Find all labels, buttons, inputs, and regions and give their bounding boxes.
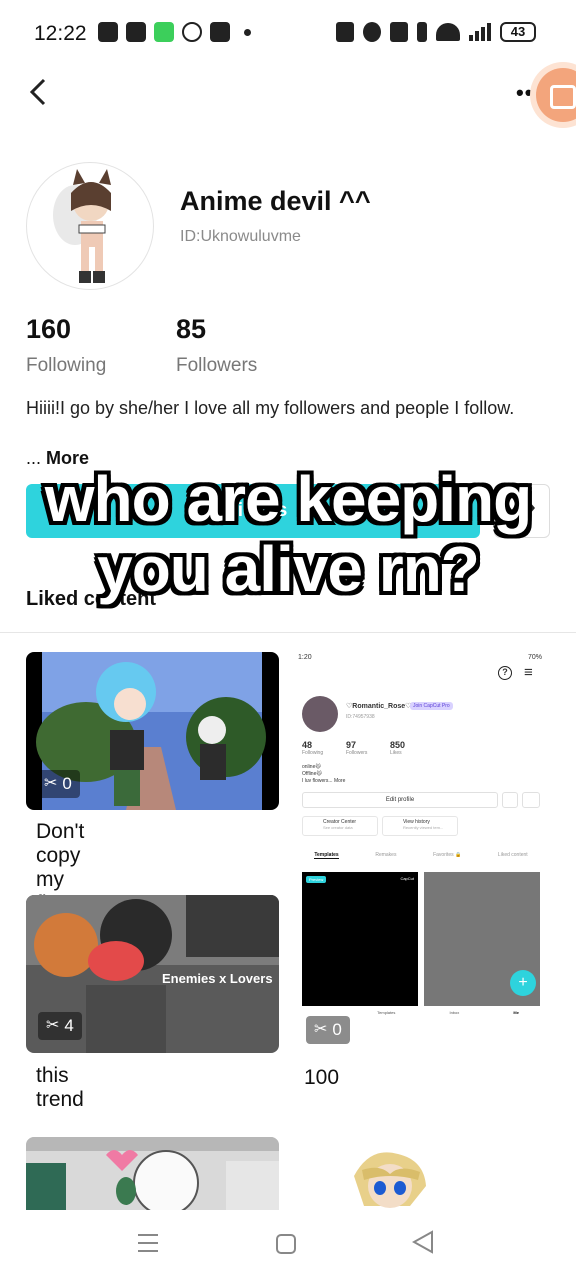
mini-bio-line: I luv flowers... More [302,778,345,785]
wifi-icon [436,23,460,41]
mini-followers-count: 97 [346,740,357,750]
more-notifications-dot-icon [244,28,251,36]
status-time: 12:22 [34,22,87,45]
mini-followers: 97 Followers [346,740,367,756]
chevron-left-icon [29,78,46,106]
alarm-icon [363,22,381,42]
remake-count-badge: ✂ 0 [36,770,80,798]
mini-following-label: Following [302,750,324,756]
app-notification-icon [154,22,174,42]
triangle-back-icon [411,1230,433,1254]
mini-following: 48 Following [302,740,323,756]
mini-time: 1:20 [298,654,312,661]
app-notification-icon [210,22,230,42]
profile-bio: Hiiii!I go by she/her I love all my foll… [26,398,515,418]
status-bar: 12:22 43 [0,0,576,66]
mini-bio-line: Offline🐱 [302,771,322,777]
following-stat[interactable]: 160 Following [26,314,106,377]
mini-pro-badge: Join CapCut Pro [410,702,453,710]
mini-tab: Liked content [497,852,528,858]
thumbnail-text: Enemies x Lovers [162,971,273,986]
floating-action-button[interactable] [536,68,576,122]
scissors-icon: ✂ [314,1021,328,1038]
mini-bio: online🐱 Offline🐱 I luv flowers... More [302,764,345,785]
mini-tile-brand: CapCut [400,876,414,881]
mini-share-button [502,792,518,808]
menu-icon: ≡ [524,664,533,681]
scissors-icon: ✂ [44,775,58,792]
calendar-icon [98,22,118,42]
mini-name: ♡Romantic_Rose♡ [346,703,412,710]
video-caption-line-1: who are keeping [44,463,532,535]
liked-item-title: 100 [304,1066,340,1089]
video-caption-line-2: you alive rn? [97,533,480,605]
liked-item-thumbnail [340,1146,436,1216]
thumbnail-image [354,1152,426,1208]
following-count: 160 [26,314,72,344]
avatar-image [53,169,111,283]
mini-tab: Favorites 🔒 [433,852,462,858]
section-divider [0,632,576,633]
mini-plus-icon: + [510,970,536,996]
mini-likes: 850 Likes [390,740,405,756]
system-icons: 43 [336,22,536,42]
mini-dropdown-button [522,792,540,808]
followers-label: Followers [176,355,258,376]
mini-bottom-tab: Me [513,1010,519,1015]
mini-avatar [302,696,338,732]
help-icon: ? [498,666,512,680]
mini-bottom-tab: Templates [377,1010,396,1015]
avatar[interactable] [26,162,154,290]
system-back-button[interactable] [411,1230,434,1258]
remake-count-badge: ✂ 0 [306,1016,350,1044]
mini-creator-center-sub: See creator data [323,825,353,830]
mini-edit-profile-button: Edit profile [302,792,498,808]
liked-item-thumbnail [26,1137,279,1217]
nfc-icon [336,22,354,42]
mini-bio-line: online🐱 [302,764,321,770]
mini-view-history: View history Recently viewed tem... [382,816,458,836]
back-button[interactable] [26,76,56,110]
following-label: Following [26,355,107,376]
mute-icon [390,22,408,42]
system-navigation-bar [0,1210,576,1280]
mini-id: ID:74957938 [346,714,375,720]
capcut-icon [126,22,146,42]
mini-template-tile: Preview CapCut [302,872,418,1006]
notification-icons [98,22,251,42]
remake-count: 0 [332,1020,342,1039]
remake-count-badge: ✂ 4 [38,1012,82,1040]
battery-icon: 43 [500,22,536,42]
liked-item-thumbnail: 1:20 70% ? ≡ ♡Romantic_Rose♡ Join CapCut… [296,650,546,1052]
remake-count: 4 [64,1016,74,1035]
liked-item-title: this trend [36,1064,84,1111]
mini-likes-label: Likes [390,750,402,756]
mini-tabs: Templates Remakes Favorites 🔒 Liked cont… [296,852,546,859]
mini-bio-more: More [333,778,346,784]
profile-name: Anime devil ^^ [180,186,371,216]
home-button[interactable] [276,1234,296,1254]
mini-following-count: 48 [302,740,313,750]
signal-icon [469,23,491,41]
mini-bio-text: I luv flowers... [302,778,333,784]
mini-tile-badge: Preview [306,876,327,883]
remake-count: 0 [62,774,72,793]
mini-tab: Templates [314,852,339,859]
mini-bottom-nav: Templates Inbox Me [296,1010,546,1015]
mini-view-history-sub: Recently viewed tem... [403,825,444,830]
bluetooth-icon [417,22,427,42]
mini-creator-center: Creator Center See creator data [302,816,378,836]
scissors-icon: ✂ [46,1017,60,1034]
mini-battery: 70% [527,654,542,661]
clock-icon [182,22,202,42]
mini-followers-label: Followers [346,750,368,756]
thumbnail-image [26,1137,279,1217]
mini-likes-count: 850 [390,740,406,750]
profile-id: ID:Uknowuluvme [180,228,301,245]
mini-tab: Remakes [375,852,397,858]
followers-stat[interactable]: 85 Followers [176,314,257,377]
mini-bottom-tab: Inbox [449,1010,460,1015]
followers-count: 85 [176,314,207,344]
recent-apps-button[interactable] [138,1234,158,1252]
